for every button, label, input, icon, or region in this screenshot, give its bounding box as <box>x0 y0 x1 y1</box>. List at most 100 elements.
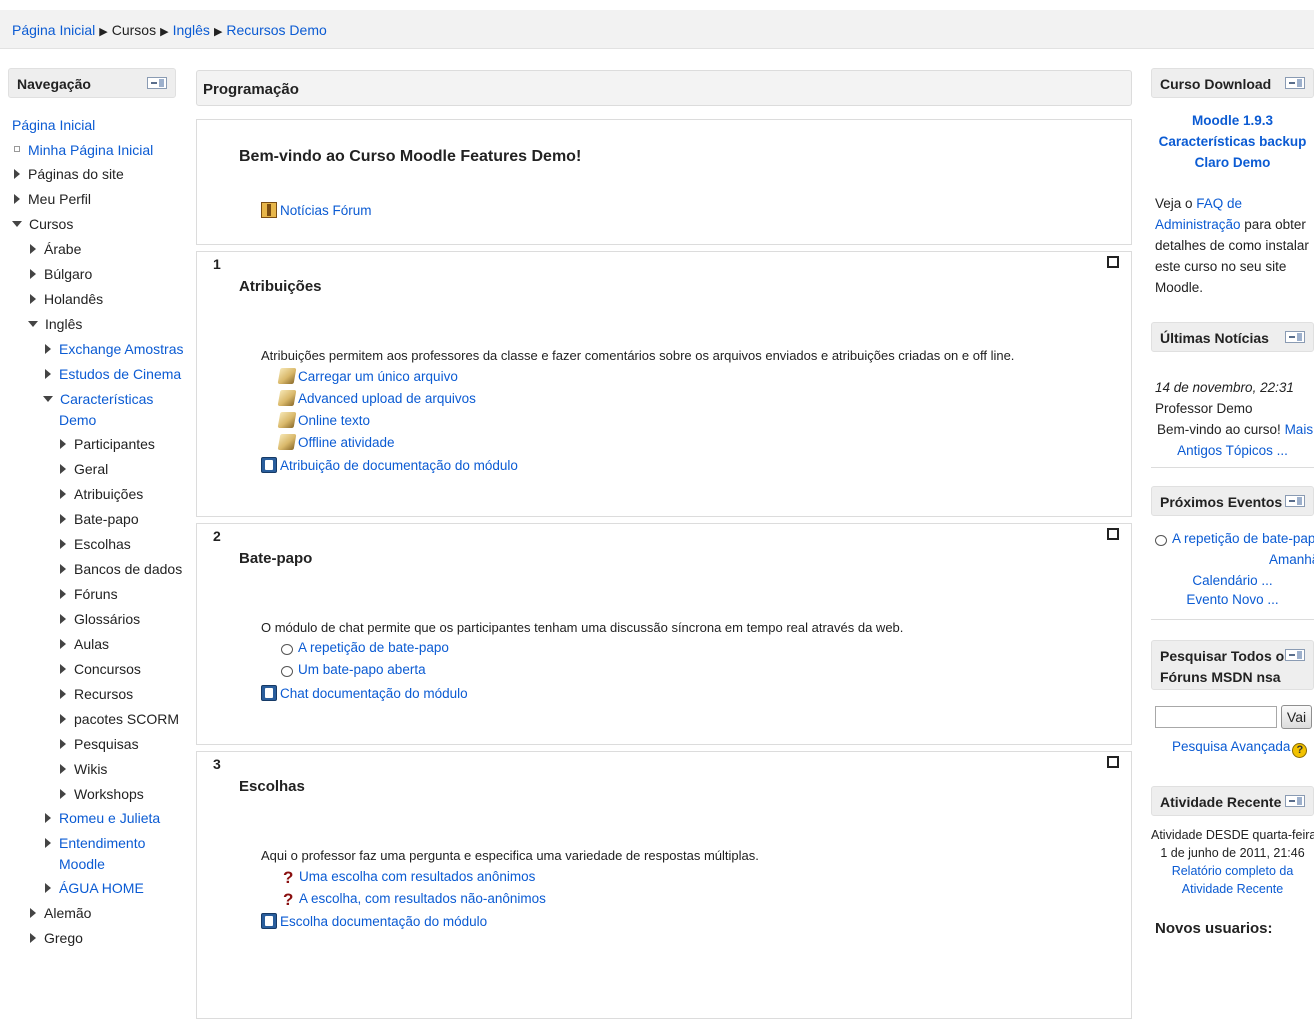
nav-item-features-line2[interactable]: Demo <box>59 411 96 429</box>
new-event-label[interactable]: Evento Novo ... <box>1186 592 1278 607</box>
activity-item[interactable]: Escolha documentação do módulo <box>261 913 487 929</box>
news-forum-activity[interactable]: Notícias Fórum <box>261 202 372 218</box>
nav-item-home[interactable]: Página Inicial <box>12 116 95 134</box>
section-highlight-checkbox[interactable] <box>1107 528 1119 540</box>
nav-item-greek[interactable]: Grego <box>30 929 83 947</box>
nav-item-features[interactable]: Características <box>43 390 153 408</box>
full-report-link-line2[interactable]: Atividade Recente <box>1151 880 1314 898</box>
nav-item-label[interactable]: Minha Página Inicial <box>28 142 153 158</box>
full-report-label[interactable]: Relatório completo da <box>1172 864 1294 878</box>
nav-item-databases[interactable]: Bancos de dados <box>60 560 182 578</box>
activity-item[interactable]: Carregar um único arquivo <box>277 368 458 384</box>
activity-item[interactable]: ? Uma escolha com resultados anônimos <box>283 868 535 887</box>
nav-item-label[interactable]: ÁGUA HOME <box>59 880 144 896</box>
nav-item-arabic[interactable]: Árabe <box>30 240 81 258</box>
older-topics-link[interactable]: Antigos Tópicos ... <box>1151 440 1314 461</box>
nav-item-label[interactable]: Moodle <box>59 856 105 872</box>
nav-item-my-profile[interactable]: Meu Perfil <box>14 190 91 208</box>
activity-item[interactable]: Offline atividade <box>277 434 395 450</box>
nav-item-dutch[interactable]: Holandês <box>30 290 103 308</box>
section-highlight-checkbox[interactable] <box>1107 756 1119 768</box>
section-highlight-checkbox[interactable] <box>1107 256 1119 268</box>
full-report-link[interactable]: Relatório completo da <box>1151 862 1314 880</box>
nav-item-forums[interactable]: Fóruns <box>60 585 118 603</box>
nav-item-english[interactable]: Inglês <box>28 315 82 333</box>
search-go-button[interactable]: Vai <box>1281 705 1312 729</box>
nav-item-wikis[interactable]: Wikis <box>60 760 107 778</box>
activity-link[interactable]: Carregar um único arquivo <box>298 369 458 384</box>
breadcrumb-home[interactable]: Página Inicial <box>12 22 95 38</box>
documentation-link[interactable]: Chat documentação do módulo <box>280 686 468 701</box>
nav-item-assignments[interactable]: Atribuições <box>60 485 143 503</box>
activity-item[interactable]: Online texto <box>277 412 370 428</box>
nav-item-label[interactable]: Características <box>60 391 153 407</box>
activity-link[interactable]: Online texto <box>298 413 370 428</box>
nav-item-general[interactable]: Geral <box>60 460 108 478</box>
dock-icon[interactable] <box>1285 77 1305 89</box>
download-link-line3[interactable]: Claro Demo <box>1151 152 1314 173</box>
nav-item-understanding-line2[interactable]: Moodle <box>59 855 105 873</box>
news-more-link[interactable]: Mais ... <box>1285 422 1314 437</box>
nav-item-water-home[interactable]: ÁGUA HOME <box>45 879 144 897</box>
search-input[interactable] <box>1155 706 1277 728</box>
event-item[interactable]: A repetição de bate-papo <box>1155 528 1314 549</box>
faq-link[interactable]: FAQ de <box>1196 196 1242 211</box>
activity-link[interactable]: Advanced upload de arquivos <box>298 391 476 406</box>
new-event-link[interactable]: Evento Novo ... <box>1151 589 1314 610</box>
activity-item[interactable]: A repetição de bate-papo <box>281 640 449 655</box>
nav-item-label[interactable]: Estudos de Cinema <box>59 366 181 382</box>
news-forum-link[interactable]: Notícias Fórum <box>280 203 372 218</box>
nav-item-choices[interactable]: Escolhas <box>60 535 131 553</box>
download-link-line2[interactable]: Características backup <box>1151 131 1314 152</box>
calendar-link[interactable]: Calendário ... <box>1151 570 1314 591</box>
nav-item-label[interactable]: Entendimento <box>59 835 145 851</box>
event-when[interactable]: Amanhã <box>1269 549 1314 570</box>
activity-item[interactable]: ? A escolha, com resultados não-anônimos <box>283 890 546 909</box>
nav-item-label[interactable]: Página Inicial <box>12 117 95 133</box>
activity-item[interactable]: Advanced upload de arquivos <box>277 390 476 406</box>
dock-icon[interactable] <box>1285 331 1305 343</box>
activity-link[interactable]: Uma escolha com resultados anônimos <box>299 869 535 884</box>
documentation-link[interactable]: Escolha documentação do módulo <box>280 914 487 929</box>
nav-item-courses[interactable]: Cursos <box>12 215 73 233</box>
dock-icon[interactable] <box>147 77 167 89</box>
nav-item-exchange-samples[interactable]: Exchange Amostras <box>45 340 184 358</box>
dock-icon[interactable] <box>1285 795 1305 807</box>
nav-item-film-studies[interactable]: Estudos de Cinema <box>45 365 181 383</box>
nav-item-quizzes[interactable]: Concursos <box>60 660 141 678</box>
dock-icon[interactable] <box>1285 649 1305 661</box>
breadcrumb-current[interactable]: Recursos Demo <box>226 22 326 38</box>
nav-item-bulgarian[interactable]: Búlgaro <box>30 265 92 283</box>
nav-item-label[interactable]: Romeu e Julieta <box>59 810 160 826</box>
activity-link[interactable]: A repetição de bate-papo <box>298 640 449 655</box>
nav-item-my-home[interactable]: Minha Página Inicial <box>14 141 153 159</box>
help-icon[interactable]: ? <box>1292 743 1308 758</box>
nav-item-romeo-juliet[interactable]: Romeu e Julieta <box>45 809 160 827</box>
nav-item-german[interactable]: Alemão <box>30 904 91 922</box>
advanced-search-label[interactable]: Pesquisa Avançada <box>1172 739 1290 754</box>
breadcrumb-english[interactable]: Inglês <box>173 22 210 38</box>
activity-link[interactable]: Um bate-papo aberta <box>298 662 426 677</box>
nav-item-lessons[interactable]: Aulas <box>60 635 109 653</box>
full-report-label[interactable]: Atividade Recente <box>1182 882 1283 896</box>
nav-item-resources[interactable]: Recursos <box>60 685 133 703</box>
nav-item-surveys[interactable]: Pesquisas <box>60 735 139 753</box>
older-topics-label[interactable]: Antigos Tópicos ... <box>1177 443 1288 458</box>
nav-item-workshops[interactable]: Workshops <box>60 785 144 803</box>
advanced-search-link[interactable]: Pesquisa Avançada? <box>1172 736 1308 758</box>
dock-icon[interactable] <box>1285 495 1305 507</box>
nav-item-understanding[interactable]: Entendimento <box>45 834 145 852</box>
activity-link[interactable]: A escolha, com resultados não-anônimos <box>299 891 546 906</box>
activity-item[interactable]: Chat documentação do módulo <box>261 685 468 701</box>
activity-link[interactable]: Offline atividade <box>298 435 395 450</box>
calendar-label[interactable]: Calendário ... <box>1192 573 1272 588</box>
faq-link[interactable]: Administração <box>1155 217 1241 232</box>
nav-item-glossaries[interactable]: Glossários <box>60 610 140 628</box>
nav-item-chat[interactable]: Bate-papo <box>60 510 139 528</box>
nav-item-scorm[interactable]: pacotes SCORM <box>60 710 179 728</box>
download-link-line1[interactable]: Moodle 1.9.3 <box>1151 110 1314 131</box>
event-link[interactable]: A repetição de bate-papo <box>1172 531 1314 546</box>
documentation-link[interactable]: Atribuição de documentação do módulo <box>280 458 518 473</box>
nav-item-site-pages[interactable]: Páginas do site <box>14 165 124 183</box>
nav-item-label[interactable]: Demo <box>59 412 96 428</box>
